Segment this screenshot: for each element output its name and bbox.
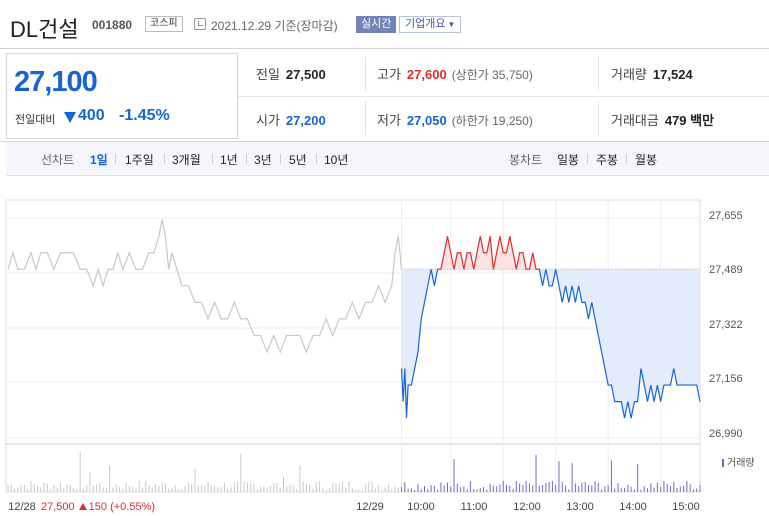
- x-tick-label: 12/29: [356, 501, 384, 513]
- tab-divider: [212, 154, 213, 164]
- chart-grid: [5, 199, 701, 493]
- divider: [238, 96, 769, 97]
- y-tick-label: 27,489: [709, 264, 743, 276]
- down-triangle-icon: [64, 112, 76, 123]
- company-name[interactable]: DL건설: [10, 12, 79, 44]
- y-tick-label: 27,156: [709, 373, 743, 385]
- high-value: 27,600: [406, 67, 447, 82]
- stock-code: 001880: [92, 18, 133, 32]
- tab-1week[interactable]: 1주일: [125, 151, 154, 168]
- divider: [598, 57, 599, 91]
- volume-value: 17,524: [652, 67, 693, 82]
- prev-day-change: 150: [88, 501, 108, 513]
- prev-close: 전일 27,500: [256, 64, 326, 83]
- upper-limit: (상한가 35,750): [451, 68, 533, 82]
- tab-divider: [316, 154, 317, 164]
- tab-divider: [115, 154, 116, 164]
- tab-3year[interactable]: 3년: [254, 151, 272, 168]
- tab-3month[interactable]: 3개월: [172, 151, 201, 168]
- x-tick-label: 13:00: [566, 501, 594, 513]
- open-value: 27,200: [285, 113, 326, 128]
- candle-chart-label: 봉차트: [509, 153, 543, 167]
- high-price: 고가 27,600 (상한가 35,750): [377, 64, 533, 83]
- open-label: 시가: [256, 113, 280, 128]
- prev-day-line: [7, 219, 403, 354]
- divider: [365, 57, 366, 91]
- intraday-chart[interactable]: 27,655 27,489 27,322 27,156 26,990 거래량 1…: [0, 176, 769, 516]
- y-tick-label: 27,655: [709, 210, 743, 222]
- clock-icon: [194, 18, 206, 30]
- divider: [598, 101, 599, 135]
- stock-header: DL건설 001880 코스피 2021.12.29 기준(장마감) 실시간 기…: [0, 0, 769, 48]
- volume-legend-swatch: [722, 459, 724, 467]
- change-value: 400: [78, 107, 105, 124]
- tab-weekly-candle[interactable]: 주봉: [596, 151, 618, 168]
- volume-legend-label: 거래량: [727, 458, 755, 469]
- company-info-label: 기업개요: [405, 18, 446, 30]
- tab-5year[interactable]: 5년: [289, 151, 307, 168]
- up-triangle-icon: [78, 503, 87, 510]
- x-tick-label: 14:00: [619, 501, 647, 513]
- prev-day-pct: (+0.55%): [110, 501, 156, 513]
- price-chart-svg[interactable]: [0, 176, 769, 516]
- low-label: 저가: [377, 113, 401, 128]
- tab-daily-candle[interactable]: 일봉: [557, 151, 579, 168]
- chart-period-tabs: 선차트 1일 1주일 3개월 1년 3년 5년 10년 봉차트 일봉 주봉 월봉: [6, 142, 769, 176]
- company-info-dropdown[interactable]: 기업개요 ▼: [399, 16, 462, 33]
- low-value: 27,050: [406, 113, 447, 128]
- tab-divider: [587, 154, 588, 164]
- amount-label: 거래대금: [611, 113, 659, 128]
- open-price: 시가 27,200: [256, 110, 326, 129]
- lower-limit: (하한가 19,250): [451, 114, 533, 128]
- date-basis: 2021.12.29 기준(장마감): [211, 17, 338, 34]
- tab-10year[interactable]: 10년: [324, 151, 348, 168]
- basis-text: 기준(장마감): [274, 19, 338, 33]
- current-price: 27,100: [14, 66, 98, 98]
- realtime-button[interactable]: 실시간: [356, 16, 397, 33]
- chart-frame: [5, 199, 701, 493]
- date-text: 2021.12.29: [211, 19, 272, 33]
- tab-divider: [164, 154, 165, 164]
- caret-down-icon: ▼: [447, 20, 456, 29]
- x-tick-label: 12/28: [8, 501, 36, 513]
- volume: 거래량 17,524: [611, 64, 693, 83]
- line-chart-label: 선차트: [41, 153, 75, 167]
- low-price: 저가 27,050 (하한가 19,250): [377, 110, 533, 129]
- prev-day-close: 27,500: [41, 501, 75, 513]
- tab-divider: [626, 154, 627, 164]
- prev-close-label: 전일: [256, 67, 280, 82]
- tab-1day[interactable]: 1일: [90, 151, 108, 168]
- change-percent: -1.45%: [119, 107, 170, 124]
- price-summary: 27,100 전일대비 400 -1.45% 전일 27,500 고가 27,600…: [0, 48, 769, 142]
- x-tick-label: 12:00: [513, 501, 541, 513]
- tab-divider: [280, 154, 281, 164]
- volume-label: 거래량: [611, 67, 647, 82]
- y-tick-label: 26,990: [709, 428, 743, 440]
- prev-close-value: 27,500: [285, 67, 326, 82]
- change-label: 전일대비: [15, 114, 56, 126]
- prev-day-summary: 27,500 150 (+0.55%): [41, 501, 155, 513]
- volume-bars: [7, 452, 701, 492]
- tab-divider: [246, 154, 247, 164]
- amount-value: 479 백만: [664, 113, 715, 128]
- tab-monthly-candle[interactable]: 월봉: [635, 151, 657, 168]
- x-tick-label: 15:00: [672, 501, 700, 513]
- tab-1year[interactable]: 1년: [220, 151, 238, 168]
- y-tick-label: 27,322: [709, 319, 743, 331]
- chart-fill: [401, 236, 700, 419]
- x-tick-label: 10:00: [407, 501, 435, 513]
- x-tick-label: 11:00: [460, 501, 488, 513]
- market-badge: 코스피: [145, 16, 183, 32]
- current-price-box: 27,100 전일대비 400 -1.45%: [6, 53, 238, 139]
- volume-legend: 거래량: [722, 454, 755, 469]
- high-label: 고가: [377, 67, 401, 82]
- trade-amount: 거래대금 479 백만: [611, 110, 714, 129]
- divider: [365, 101, 366, 135]
